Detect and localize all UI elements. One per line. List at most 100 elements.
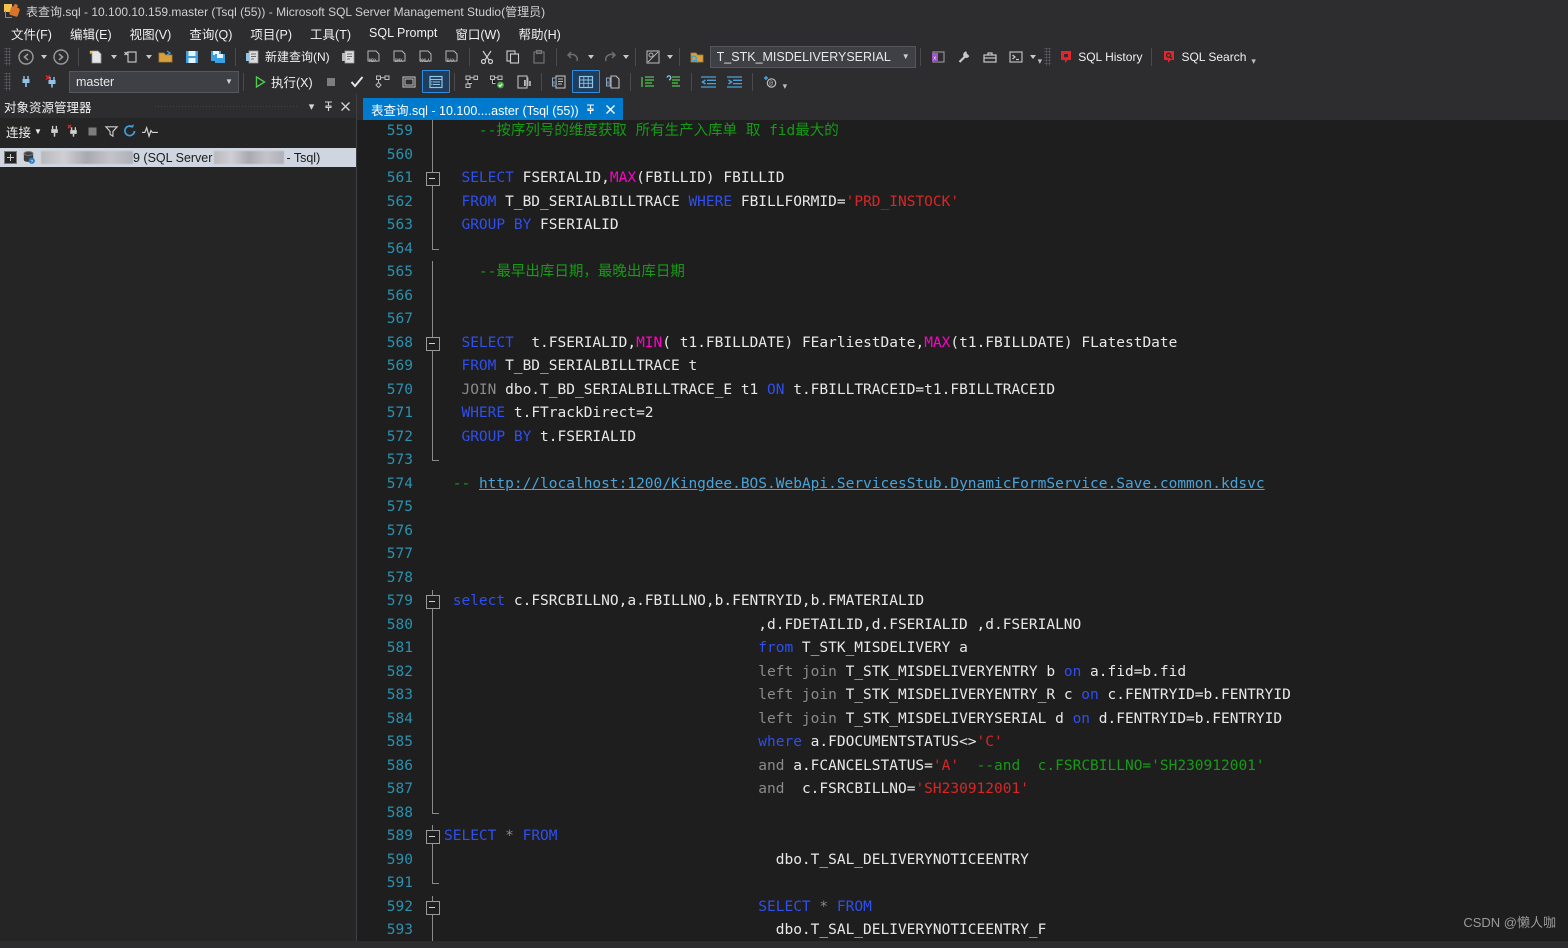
code-line[interactable]: 576	[357, 520, 1568, 544]
toolbar-overflow-icon[interactable]: ▾	[1038, 56, 1043, 69]
dax-query-icon[interactable]: DAX	[439, 46, 465, 67]
chevron-down-icon[interactable]: ▼	[899, 52, 913, 61]
connect-icon[interactable]	[13, 71, 39, 92]
code-line[interactable]: 592 SELECT * FROM	[357, 895, 1568, 919]
find-dropdown[interactable]	[666, 55, 675, 59]
decrease-indent-icon[interactable]	[696, 71, 722, 92]
redo-dropdown[interactable]	[622, 55, 631, 59]
stop-icon[interactable]	[84, 122, 101, 140]
specify-values-for-template-parameters-icon[interactable]: @	[757, 71, 783, 92]
paste-icon[interactable]	[526, 46, 552, 67]
close-icon[interactable]	[605, 104, 619, 115]
code-line[interactable]: 568 SELECT t.FSERIALID,MIN( t1.FBILLDATE…	[357, 331, 1568, 355]
excel-export-icon[interactable]: x	[925, 46, 951, 67]
code-line[interactable]: 581 from T_STK_MISDELIVERY a	[357, 637, 1568, 661]
query-options-icon[interactable]	[421, 70, 450, 93]
dmx-query-icon[interactable]: DMX	[387, 46, 413, 67]
navigate-back-dropdown[interactable]	[39, 55, 48, 59]
code-line[interactable]: 577	[357, 543, 1568, 567]
code-line[interactable]: 566	[357, 284, 1568, 308]
connect-object-explorer-icon[interactable]	[46, 122, 63, 140]
wrench-icon[interactable]	[951, 46, 977, 67]
new-project-icon[interactable]	[83, 46, 109, 67]
menu-file[interactable]: 文件(F)	[2, 22, 61, 45]
sql-search-button[interactable]: SQL Search	[1156, 46, 1251, 67]
actual-execution-plan-icon[interactable]	[459, 71, 485, 92]
code-line[interactable]: 583 left join T_STK_MISDELIVERYENTRY_R c…	[357, 684, 1568, 708]
toolbar-overflow-icon[interactable]: ▾	[783, 81, 788, 94]
code-line[interactable]: 589 SELECT * FROM	[357, 825, 1568, 849]
code-line[interactable]: 590 dbo.T_SAL_DELIVERYNOTICEENTRY	[357, 848, 1568, 872]
execute-button[interactable]: 执行(X)	[248, 71, 318, 92]
code-line[interactable]: 584 left join T_STK_MISDELIVERYSERIAL d …	[357, 707, 1568, 731]
xmla-query-icon[interactable]: XMLA	[413, 46, 439, 67]
connect-dropdown-button[interactable]: 连接 ▼	[4, 122, 44, 141]
document-tab-query[interactable]: 表查询.sql - 10.100....aster (Tsql (55))	[363, 98, 623, 120]
console-dropdown[interactable]	[1029, 55, 1038, 59]
save-all-icon[interactable]	[205, 46, 231, 67]
pin-icon[interactable]	[320, 97, 337, 115]
estimated-execution-plan-icon[interactable]	[370, 71, 396, 92]
code-line[interactable]: 567	[357, 308, 1568, 332]
chevron-down-icon[interactable]: ▾	[303, 97, 320, 115]
pin-icon[interactable]	[585, 103, 599, 115]
mdx-query-icon[interactable]: MDX	[361, 46, 387, 67]
console-icon[interactable]	[1003, 46, 1029, 67]
code-line[interactable]: 572 GROUP BY t.FSERIALID	[357, 425, 1568, 449]
collapse-toggle-icon[interactable]	[422, 895, 444, 919]
menu-view[interactable]: 视图(V)	[121, 22, 181, 45]
code-line[interactable]: 569 FROM T_BD_SERIALBILLTRACE t	[357, 355, 1568, 379]
activity-monitor-icon[interactable]	[141, 122, 158, 140]
parse-check-icon[interactable]	[344, 71, 370, 92]
code-line[interactable]: 578	[357, 567, 1568, 591]
client-statistics-icon[interactable]	[511, 71, 537, 92]
collapse-toggle-icon[interactable]	[422, 331, 444, 355]
code-line[interactable]: 585 where a.FDOCUMENTSTATUS<>'C'	[357, 731, 1568, 755]
add-new-item-dropdown[interactable]	[144, 55, 153, 59]
code-line[interactable]: 559 --按序列号的维度获取 所有生产入库单 取 fid最大的	[357, 120, 1568, 144]
table-selector-combo[interactable]: T_STK_MISDELIVERYSERIAL ▼	[709, 45, 916, 68]
cut-icon[interactable]	[474, 46, 500, 67]
navigate-forward-icon[interactable]	[48, 46, 74, 67]
code-line[interactable]: 564	[357, 237, 1568, 262]
toolbar-grip[interactable]	[4, 72, 11, 91]
tree-node-server[interactable]: ? 9 (SQL Server - Tsql)	[0, 148, 356, 167]
live-query-stats-icon[interactable]	[485, 71, 511, 92]
code-line[interactable]: 573	[357, 449, 1568, 473]
results-to-grid-icon[interactable]	[571, 70, 600, 93]
code-line[interactable]: 560	[357, 143, 1568, 167]
menu-window[interactable]: 窗口(W)	[446, 22, 509, 45]
toolbar-grip[interactable]	[4, 47, 11, 66]
open-file-icon[interactable]	[153, 46, 179, 67]
code-line[interactable]: 574 -- http://localhost:1200/Kingdee.BOS…	[357, 473, 1568, 497]
code-line[interactable]: 563 GROUP BY FSERIALID	[357, 214, 1568, 238]
comment-lines-icon[interactable]	[635, 71, 661, 92]
code-line[interactable]: 580 ,d.FDETAILID,d.FSERIALID ,d.FSERIALN…	[357, 613, 1568, 637]
toolbar-grip[interactable]	[1044, 47, 1052, 66]
expand-plus-icon[interactable]	[4, 151, 17, 164]
navigate-back-icon[interactable]	[13, 46, 39, 67]
results-to-text-icon[interactable]: 01	[546, 71, 572, 92]
stop-icon[interactable]	[318, 71, 344, 92]
close-icon[interactable]	[337, 97, 354, 115]
menu-help[interactable]: 帮助(H)	[509, 22, 569, 45]
sql-history-button[interactable]: SQL History	[1053, 46, 1147, 67]
code-line[interactable]: 588	[357, 801, 1568, 826]
code-line[interactable]: 575	[357, 496, 1568, 520]
new-project-dropdown[interactable]	[109, 55, 118, 59]
intellisense-toggle-icon[interactable]	[396, 71, 422, 92]
code-line[interactable]: 579 select c.FSRCBILLNO,a.FBILLNO,b.FENT…	[357, 590, 1568, 614]
undo-dropdown[interactable]	[587, 55, 596, 59]
menu-tools[interactable]: 工具(T)	[301, 22, 360, 45]
menu-query[interactable]: 查询(Q)	[180, 22, 241, 45]
database-selector-combo[interactable]: master ▼	[69, 70, 239, 93]
filter-icon[interactable]	[103, 122, 120, 140]
increase-indent-icon[interactable]	[722, 71, 748, 92]
disconnect-icon[interactable]	[39, 71, 65, 92]
code-line[interactable]: 587 and c.FSRCBILLNO='SH230912001'	[357, 778, 1568, 802]
refresh-icon[interactable]	[122, 122, 139, 140]
menu-project[interactable]: 项目(P)	[241, 22, 301, 45]
object-explorer-tree[interactable]: ? 9 (SQL Server - Tsql)	[0, 144, 356, 941]
find-in-files-icon[interactable]	[640, 46, 666, 67]
toolbox-icon[interactable]	[977, 46, 1003, 67]
